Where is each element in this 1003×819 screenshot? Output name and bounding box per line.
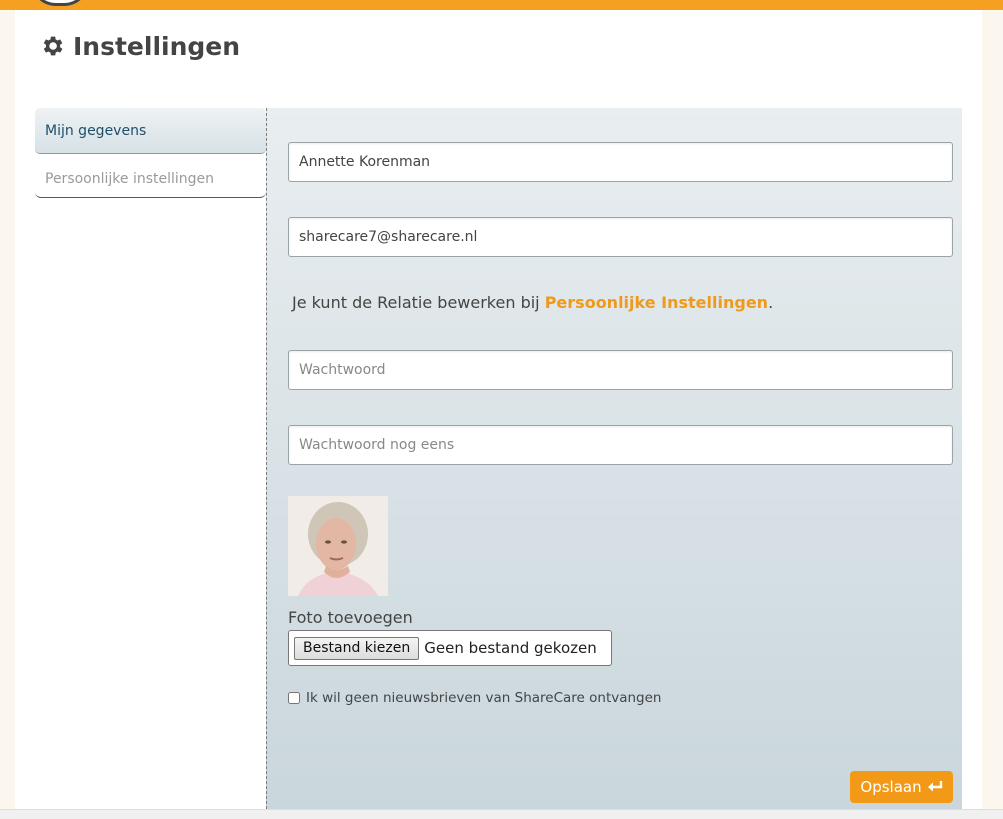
sidebar-item-persoonlijke-instellingen[interactable]: Persoonlijke instellingen <box>35 156 266 198</box>
persoonlijke-instellingen-link[interactable]: Persoonlijke Instellingen <box>545 293 768 312</box>
save-button[interactable]: Opslaan <box>850 771 953 803</box>
newsletter-label: Ik wil geen nieuwsbrieven van ShareCare … <box>306 690 662 706</box>
name-field[interactable] <box>288 142 953 182</box>
newsletter-checkbox[interactable] <box>288 692 300 704</box>
form-area: Je kunt de Relatie bewerken bij Persoonl… <box>266 108 962 819</box>
newsletter-option[interactable]: Ik wil geen nieuwsbrieven van ShareCare … <box>288 690 662 706</box>
gear-icon <box>43 36 63 56</box>
choose-file-button[interactable]: Bestand kiezen <box>294 636 420 660</box>
save-label: Opslaan <box>860 778 922 796</box>
password-repeat-field[interactable] <box>288 425 953 465</box>
relation-info-text: Je kunt de Relatie bewerken bij <box>292 293 545 312</box>
profile-photo <box>288 496 388 596</box>
photo-label: Foto toevoegen <box>288 608 413 627</box>
page-title: Instellingen <box>39 30 240 62</box>
email-field[interactable] <box>288 217 953 257</box>
relation-info-end: . <box>768 293 774 312</box>
bottom-scrollbar[interactable] <box>0 809 1003 819</box>
sidebar: Mijn gegevens Persoonlijke instellingen <box>35 108 266 198</box>
profile-photo-image <box>288 496 388 596</box>
file-input[interactable]: Bestand kiezen Geen bestand gekozen <box>288 630 612 666</box>
enter-arrow-icon <box>927 781 942 792</box>
top-bar <box>0 0 1003 10</box>
relation-info: Je kunt de Relatie bewerken bij Persoonl… <box>292 293 773 312</box>
password-field[interactable] <box>288 350 953 390</box>
settings-panel: Instellingen Mijn gegevens Persoonlijke … <box>15 10 982 819</box>
file-status: Geen bestand gekozen <box>424 639 597 657</box>
page-title-text: Instellingen <box>73 31 241 61</box>
sidebar-item-mijn-gegevens[interactable]: Mijn gegevens <box>35 108 266 154</box>
